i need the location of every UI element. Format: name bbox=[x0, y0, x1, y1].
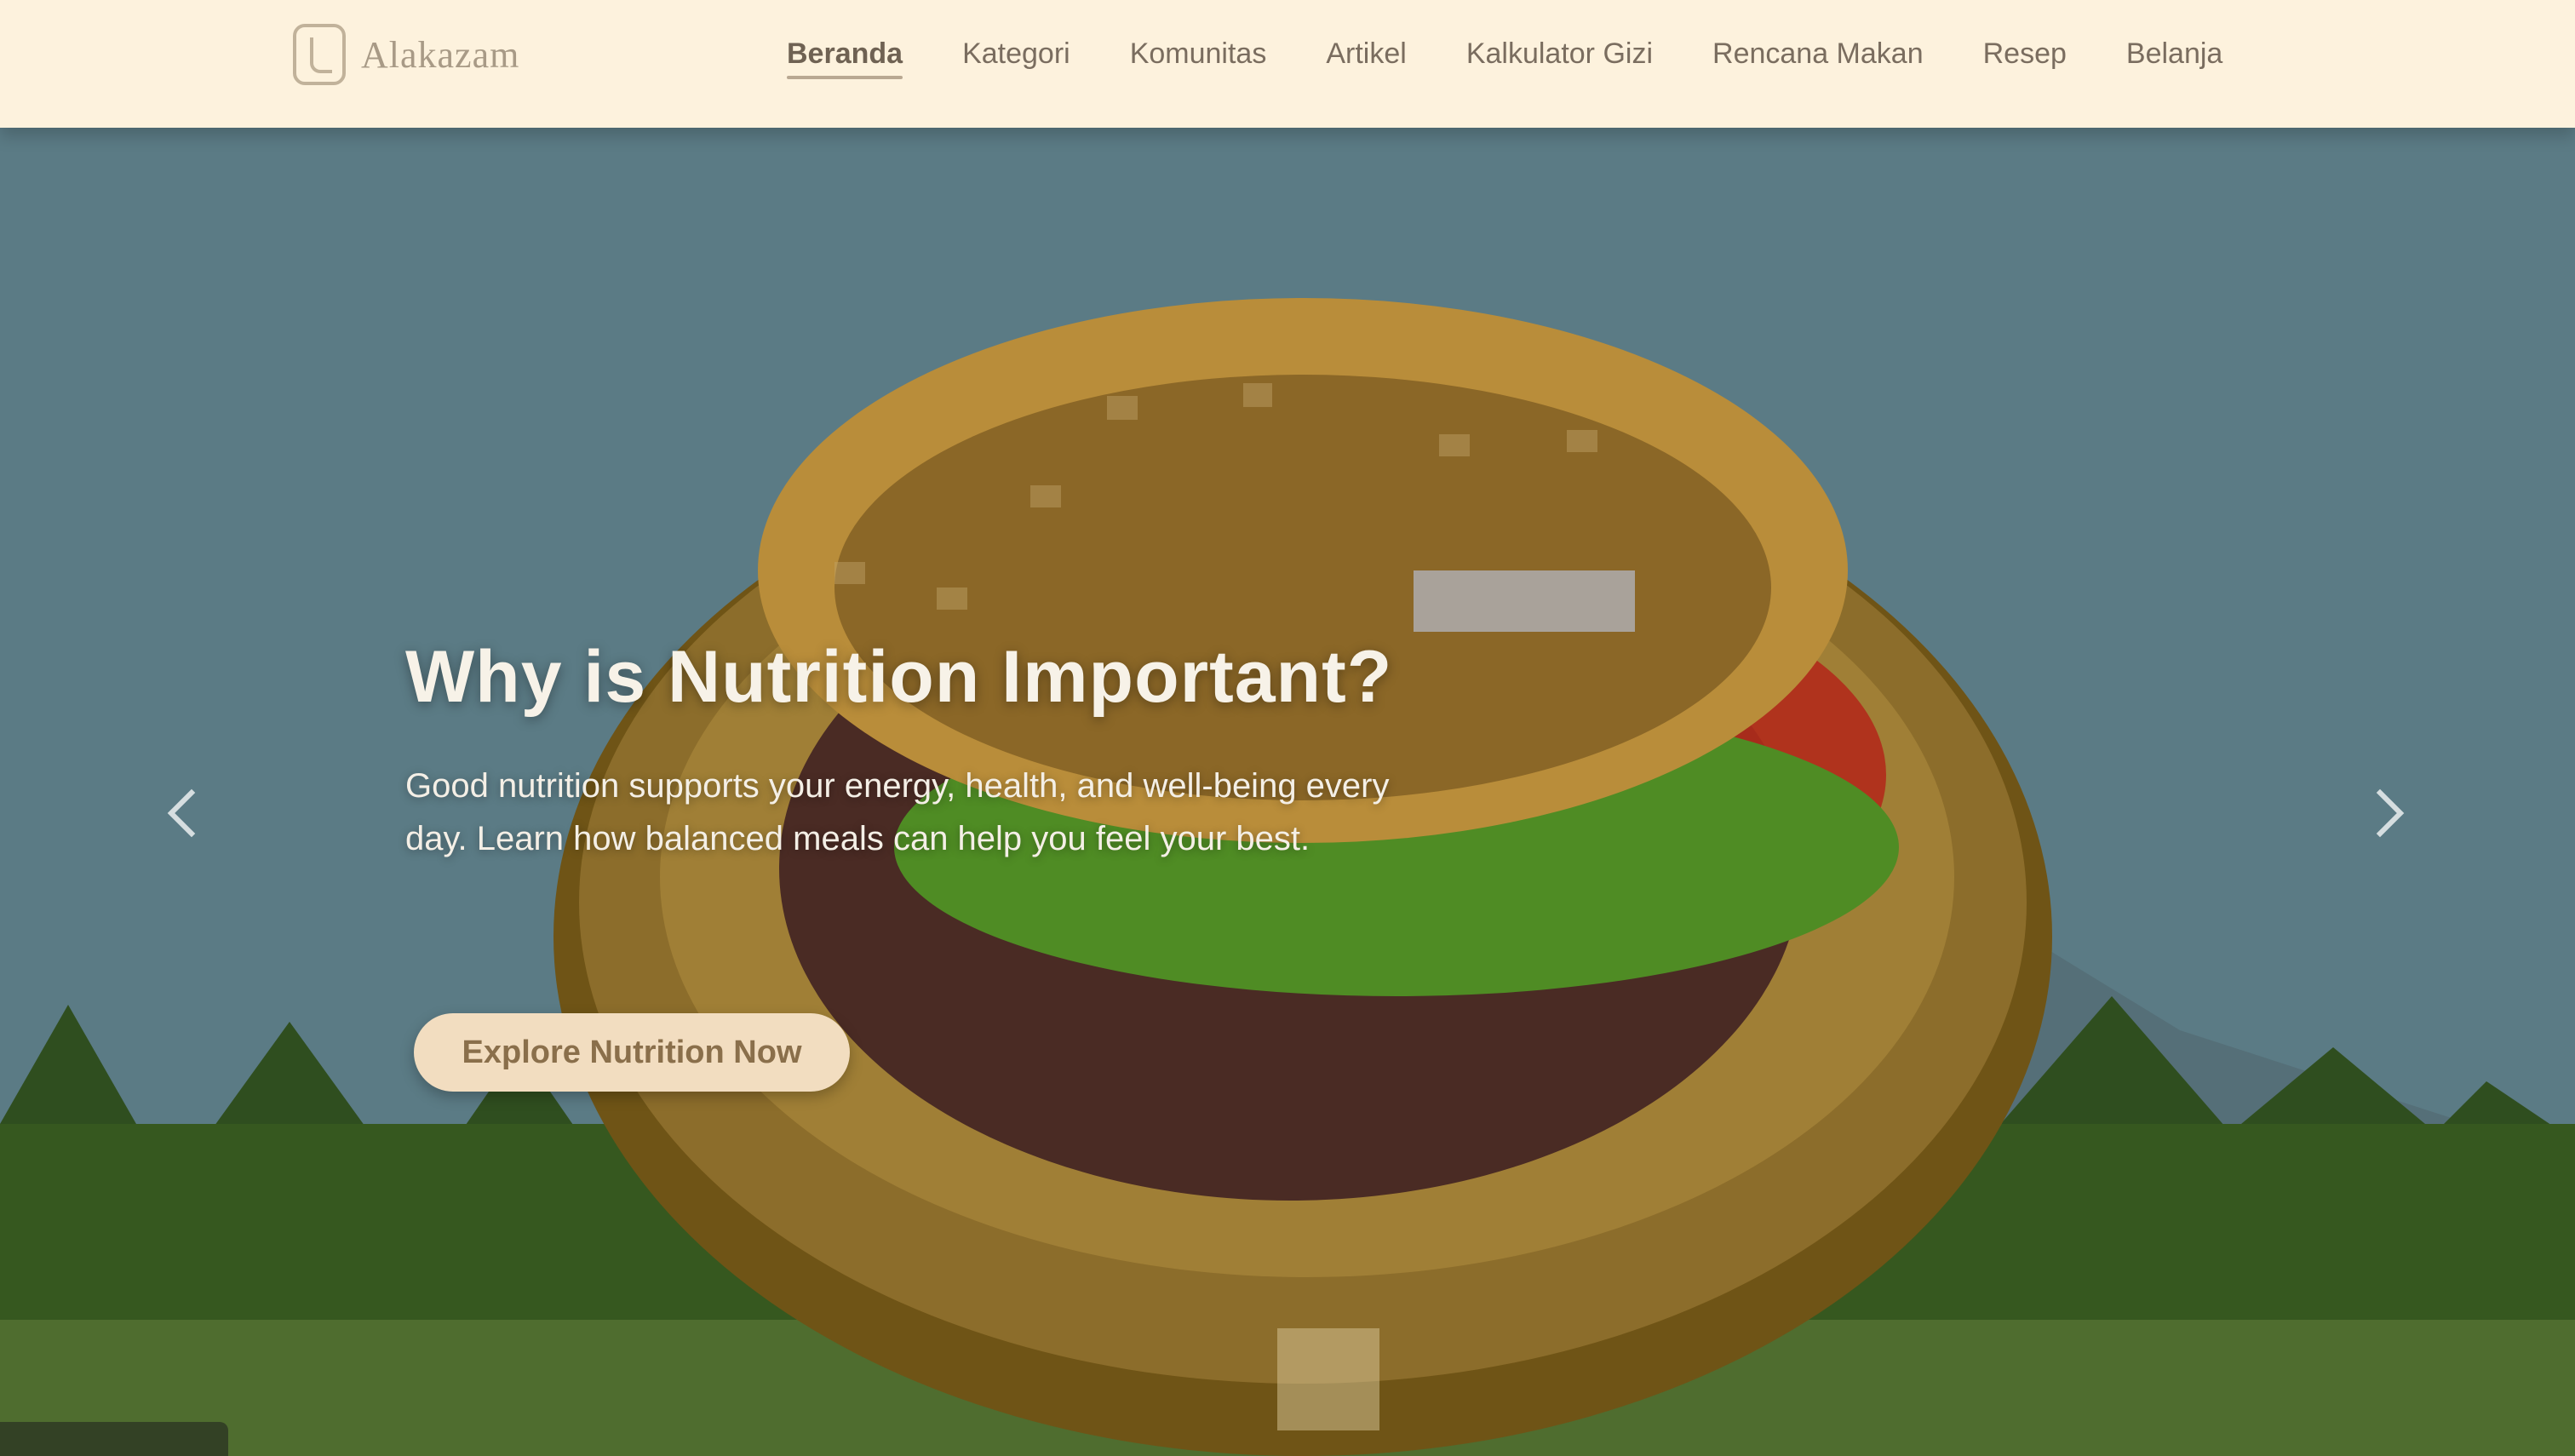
carousel-next-button[interactable] bbox=[2350, 775, 2410, 851]
leaf-shield-icon bbox=[293, 24, 346, 85]
nav-item-belanja[interactable]: Belanja bbox=[2126, 37, 2222, 71]
hero-title: Why is Nutrition Important? bbox=[405, 636, 1393, 718]
brand-name: Alakazam bbox=[361, 33, 520, 76]
chevron-right-icon bbox=[2355, 788, 2405, 838]
carousel-prev-button[interactable] bbox=[162, 775, 221, 851]
nav-item-beranda[interactable]: Beranda bbox=[787, 37, 903, 79]
chevron-left-icon bbox=[167, 788, 216, 838]
hero-subtitle: Good nutrition supports your energy, hea… bbox=[405, 767, 1390, 857]
hero-carousel: Why is Nutrition Important? Good nutriti… bbox=[0, 128, 2575, 1456]
nav-item-kalkulator-gizi[interactable]: Kalkulator Gizi bbox=[1466, 37, 1653, 71]
brand-logo[interactable]: Alakazam bbox=[293, 24, 519, 85]
nav-item-resep[interactable]: Resep bbox=[1983, 37, 2067, 71]
nav-item-artikel[interactable]: Artikel bbox=[1326, 37, 1406, 71]
nav-item-komunitas[interactable]: Komunitas bbox=[1130, 37, 1267, 71]
nav-item-kategori[interactable]: Kategori bbox=[962, 37, 1070, 71]
explore-nutrition-button[interactable]: Explore Nutrition Now bbox=[414, 1013, 850, 1092]
nav-item-rencana-makan[interactable]: Rencana Makan bbox=[1712, 37, 1924, 71]
top-navbar: Alakazam Beranda Kategori Komunitas Arti… bbox=[0, 0, 2575, 128]
corner-status-badge bbox=[0, 1422, 228, 1456]
main-nav: Beranda Kategori Komunitas Artikel Kalku… bbox=[787, 37, 2222, 79]
